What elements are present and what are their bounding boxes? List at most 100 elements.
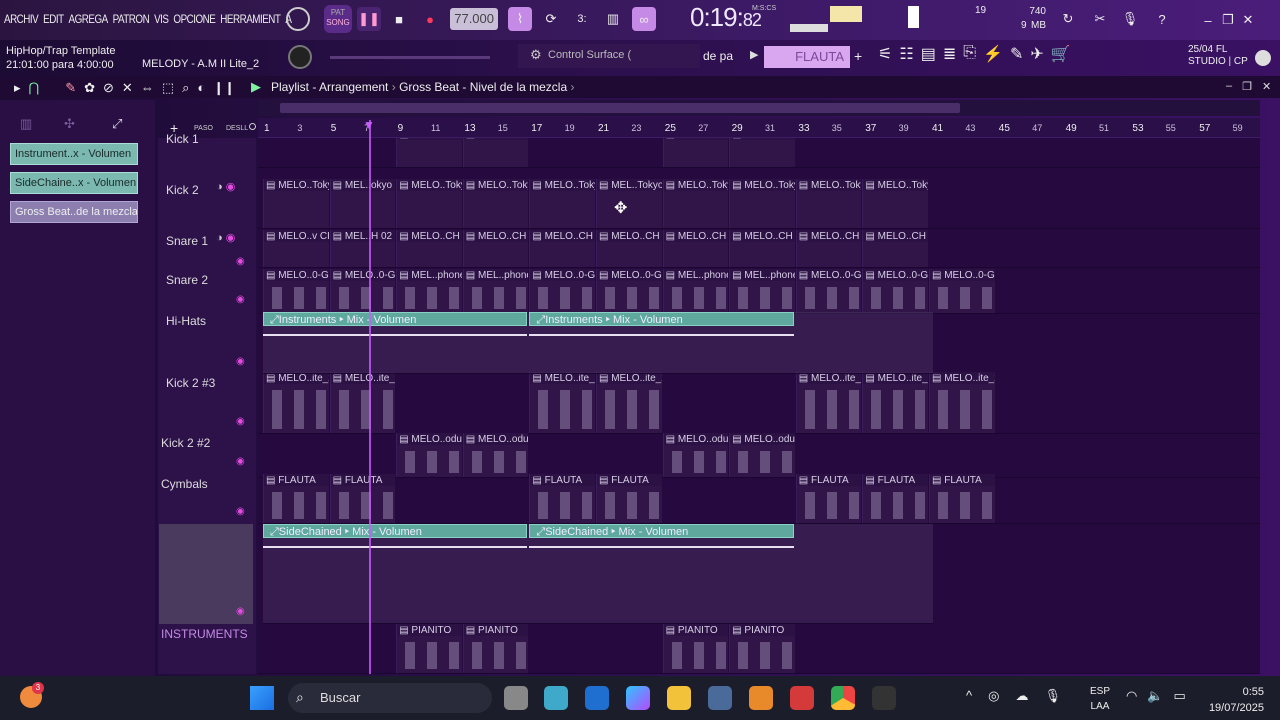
wifi-icon[interactable]: ◠ — [1126, 688, 1137, 704]
playlist-icon[interactable]: ≣ — [943, 44, 956, 70]
menu-herramientas[interactable]: HERRAMIENT — [220, 12, 281, 26]
pattern-clip[interactable]: ▤ MELO..0-GP — [862, 269, 928, 313]
wait-input-icon[interactable]: ⟳ — [539, 7, 563, 31]
pattern-clip[interactable]: ▤ MELO..CH 02 — [596, 230, 662, 267]
pattern-clip[interactable]: ▤ MELO..0-GP — [329, 269, 396, 313]
lane-snare2[interactable]: ▤ MELO..0-GP ▤ MELO..0-GP ▤ MEL..phone ▤ ME… — [258, 269, 1260, 314]
pattern-clip[interactable]: ▤ MELO..CH 02 — [529, 230, 595, 267]
pattern-clip[interactable]: ▤ MELO..0-GP — [795, 269, 862, 313]
playlist-maximize-icon[interactable]: ❐ — [1242, 80, 1252, 93]
pattern-clip[interactable]: ▤ MELO..odule — [729, 433, 795, 477]
pattern-selector[interactable]: FLAUTA — [764, 46, 850, 68]
edison-icon[interactable]: ✎ — [1010, 44, 1023, 70]
store-taskbar-icon[interactable] — [708, 686, 732, 710]
scroll-icon[interactable]: ❙❙ — [213, 80, 235, 96]
chrome-icon[interactable] — [831, 686, 855, 710]
automation-clip[interactable]: ⤢Instruments ▸ Mix - Volumen — [263, 312, 528, 326]
clip-source-gross-beat[interactable]: Gross Beat..de la mezcla — [10, 201, 138, 223]
track-kick-1[interactable]: Kick 1 — [158, 129, 256, 146]
magnet-icon[interactable]: ⋂ — [29, 80, 40, 96]
pattern-clip[interactable]: ▤ FLAUTA — [929, 474, 995, 523]
add-pattern-icon[interactable]: + — [854, 48, 862, 64]
taskbar-clock[interactable]: 0:55 19/07/2025 — [1196, 684, 1264, 716]
menu-archivo[interactable]: ARCHIV — [4, 12, 39, 26]
pattern-clip[interactable]: ▤ MELO..ite_2 — [596, 372, 662, 433]
pattern-clip[interactable]: ▤ MELO..CH 02 — [462, 230, 529, 267]
track-arm-icon[interactable]: ◉ — [236, 356, 245, 368]
tray-mic-icon[interactable]: 🎙 — [1044, 688, 1061, 704]
wps-icon[interactable] — [790, 686, 814, 710]
piano-roll-icon[interactable]: ▤ — [921, 44, 936, 70]
track-arm-icon[interactable]: ◉ — [236, 506, 245, 518]
pattern-clip[interactable]: ▤ MELO..odule — [662, 433, 729, 477]
fl-studio-taskbar-icon[interactable] — [749, 686, 773, 710]
menu-arrow-icon[interactable]: ▸ — [14, 80, 21, 96]
arrangement-grid[interactable]: ▤ MELO..Glow▤ MELO..Glow▤ MELO..Glow▤ ME… — [258, 138, 1260, 674]
mixer-icon[interactable]: ⚟ — [878, 44, 892, 70]
playlist-minimize-icon[interactable]: – — [1226, 80, 1232, 93]
pattern-clip[interactable]: ▤ MELO..Glow — [662, 138, 729, 167]
plugin-icon[interactable]: ⚡ — [983, 44, 1003, 70]
automation-lane[interactable] — [263, 524, 933, 624]
track-arm-icon[interactable]: ◉ — [236, 456, 245, 468]
track-snare-1[interactable]: Snare 1 — [158, 231, 256, 248]
pattern-clip[interactable]: ▤ FLAUTA — [795, 474, 862, 523]
pattern-clip[interactable]: ▤ MELO..Tokyo — [396, 179, 462, 228]
close-icon[interactable]: ✕ — [1238, 8, 1258, 32]
mute-tool-icon[interactable]: ✕ — [122, 80, 133, 96]
track-kick-2[interactable]: Kick 2 — [158, 180, 256, 197]
playlist-close-icon[interactable]: ✕ — [1262, 80, 1271, 93]
timeline-ruler[interactable]: 1 3 5 7 9 11 13 15 17 19 21 23 25 27 29 31 33 35 37 39 41 43 4… — [258, 118, 1260, 138]
playhead[interactable] — [369, 120, 371, 674]
pattern-clip[interactable]: ▤ MELO..ite_2 — [862, 372, 928, 433]
arrow-right-icon[interactable]: ▶ — [750, 48, 758, 61]
copilot-icon[interactable] — [626, 686, 650, 710]
slip-tool-icon[interactable]: ⇔ — [141, 80, 154, 96]
menu-opciones[interactable]: OPCIONE — [173, 12, 215, 26]
playlist-play-icon[interactable]: ▶ — [251, 79, 261, 95]
pattern-clip[interactable]: ▤ MELO..CH 02 — [729, 230, 795, 267]
lane-kick22[interactable]: ▤ MELO..odule▤ MELO..odule▤ MELO..odule▤… — [258, 433, 1260, 478]
volume-icon[interactable]: 🔈 — [1147, 688, 1163, 704]
tray-app-icon[interactable]: ◎ — [988, 688, 999, 704]
step-edit-icon[interactable]: ▥ — [601, 7, 625, 31]
task-view-icon[interactable] — [504, 686, 528, 710]
pattern-clip[interactable]: ▤ MELO..CH 02 — [396, 230, 462, 267]
playhead-marker-icon[interactable]: ▼ — [363, 118, 375, 132]
pattern-clip[interactable]: ▤ MELO..0-GP — [529, 269, 595, 313]
store-icon[interactable]: 🛒 — [1051, 44, 1071, 70]
track-mute-icon[interactable]: ◑ ◉ — [216, 213, 235, 264]
channel-rack-icon[interactable]: ☷ — [899, 44, 913, 70]
lane-cymbals[interactable]: ▤ FLAUTA ▤ FLAUTA ▤ FLAUTA ▤ FLAUTA ▤ FLAUTA… — [258, 474, 1260, 524]
pattern-clip[interactable]: ▤ MELO..ite_2 — [929, 372, 995, 433]
pattern-clip[interactable]: ▤ MELO..Tokyo — [729, 179, 795, 228]
restore-icon[interactable]: ❐ — [1218, 8, 1238, 32]
panel-icon-1[interactable]: ▥ — [20, 116, 32, 132]
metronome-icon[interactable]: ⌇ — [508, 7, 532, 31]
pitch-slider[interactable] — [330, 56, 490, 59]
pattern-clip[interactable]: ▤ MEL..phone — [396, 269, 462, 313]
taskbar-search[interactable]: Buscar — [288, 683, 492, 713]
gear-icon[interactable]: ⚙ — [530, 47, 542, 63]
lane-kick1[interactable]: ▤ MELO..Glow▤ MELO..Glow▤ MELO..Glow▤ ME… — [258, 138, 1260, 168]
browser-icon[interactable]: ⎘ — [963, 44, 976, 70]
pattern-clip[interactable]: ▤ PIANITO — [396, 624, 462, 673]
track-arm-icon[interactable]: ◉ — [236, 256, 245, 268]
record-button[interactable]: ● — [418, 7, 442, 31]
track-mute-icon[interactable]: ◑ ◉ — [216, 162, 235, 213]
zoom-tool-icon[interactable]: ⌕ — [182, 80, 189, 96]
explorer-icon[interactable] — [667, 686, 691, 710]
pattern-clip[interactable]: ▤ MEL..okyo — [329, 179, 396, 228]
start-icon[interactable] — [250, 686, 274, 710]
stop-button[interactable]: ■ — [387, 7, 411, 31]
track-arm-icon[interactable]: ◉ — [236, 416, 245, 428]
playback-tool-icon[interactable]: ◐ — [197, 80, 205, 96]
pattern-clip[interactable]: ▤ MEL..phone — [662, 269, 729, 313]
pattern-clip[interactable]: ▤ PIANITO — [462, 624, 529, 673]
pattern-clip[interactable]: ▤ MELO..ite_2 — [263, 372, 329, 433]
refresh-icon[interactable]: ↻ — [1056, 7, 1080, 31]
loop-record-icon[interactable]: ∞ — [632, 7, 656, 31]
menu-agrega[interactable]: AGREGA — [69, 12, 109, 26]
pattern-clip[interactable]: ▤ MEL..H 02 — [329, 230, 396, 267]
clip-source-instruments[interactable]: Instrument..x - Volumen — [10, 143, 138, 165]
